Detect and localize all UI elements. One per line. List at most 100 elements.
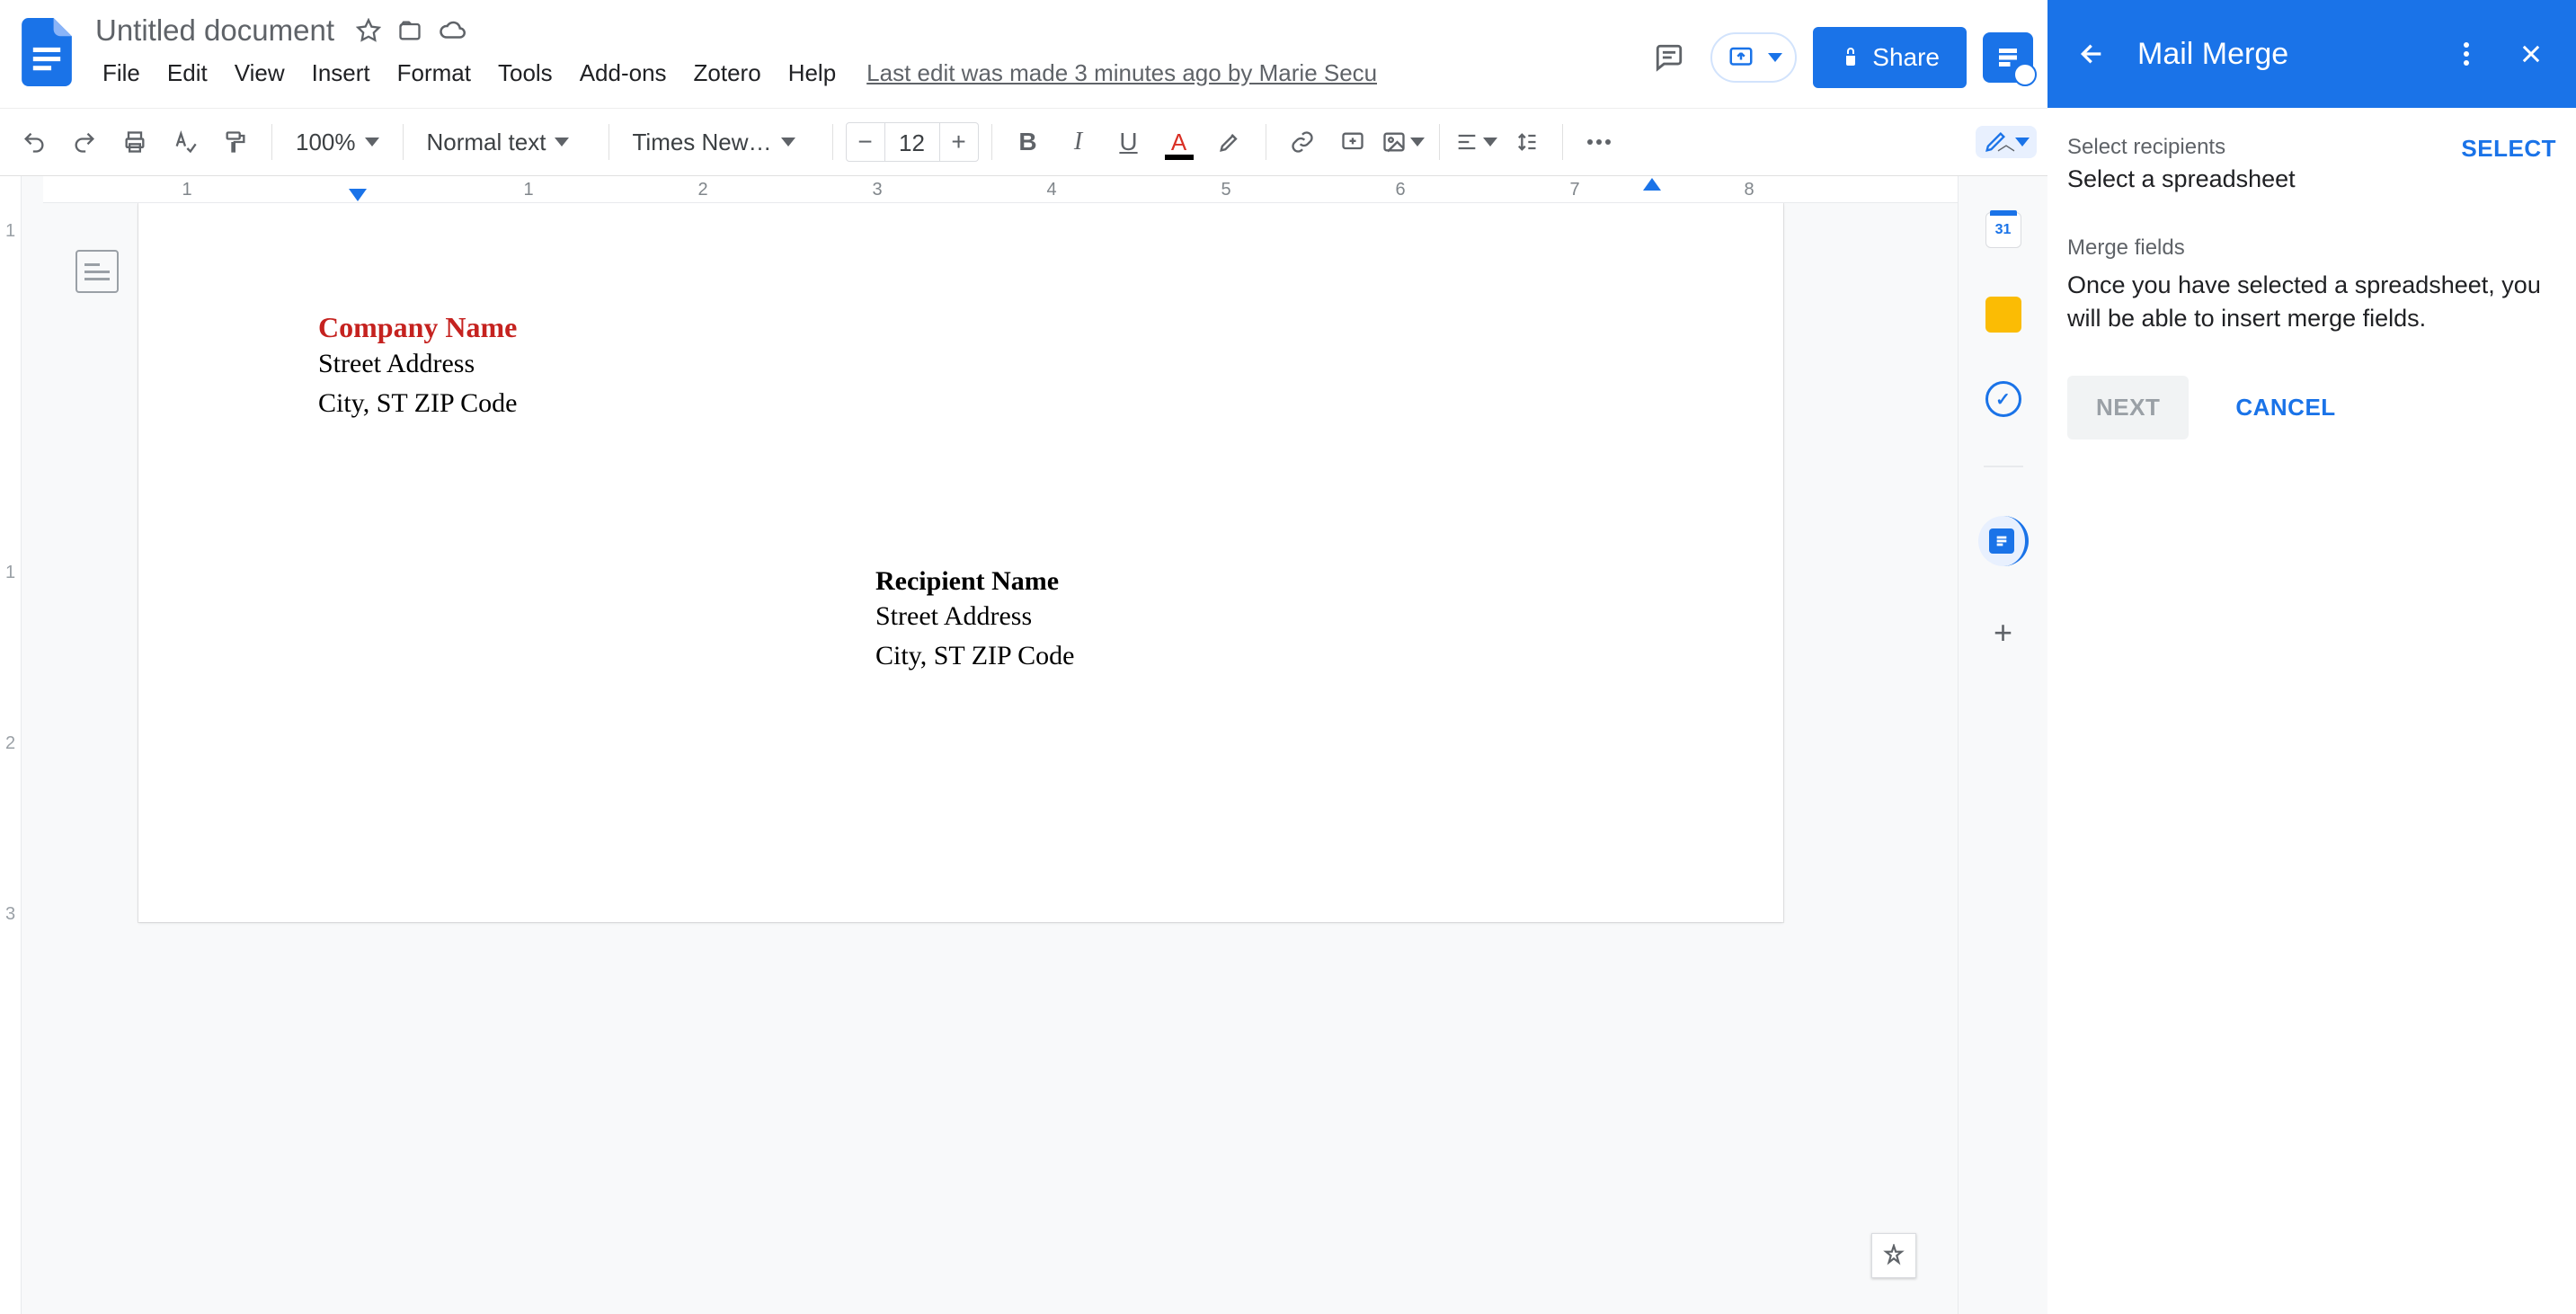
document-page[interactable]: Company Name Street Address City, ST ZIP…: [138, 203, 1783, 922]
highlight-icon[interactable]: [1206, 119, 1253, 165]
calendar-icon[interactable]: [1985, 212, 2021, 248]
menu-insert[interactable]: Insert: [299, 54, 383, 93]
present-button-group[interactable]: [1710, 32, 1797, 83]
toolbar: 100% Normal text Times New… − 12 + B I U…: [0, 108, 2047, 176]
star-icon[interactable]: [356, 18, 381, 43]
menu-edit[interactable]: Edit: [155, 54, 220, 93]
side-panel: +: [1958, 176, 2047, 1314]
recipient-name[interactable]: Recipient Name: [875, 566, 1603, 597]
merge-fields-label: Merge fields: [2067, 233, 2556, 263]
merge-fields-text: Once you have selected a spreadsheet, yo…: [2067, 269, 2556, 337]
recipient-city[interactable]: City, ST ZIP Code: [875, 636, 1603, 676]
zoom-select[interactable]: 100%: [285, 129, 390, 156]
select-spreadsheet-button[interactable]: SELECT: [2461, 135, 2556, 163]
sender-city[interactable]: City, ST ZIP Code: [318, 384, 1603, 423]
redo-icon[interactable]: [61, 119, 108, 165]
italic-icon[interactable]: I: [1055, 119, 1102, 165]
insert-image-icon[interactable]: [1380, 119, 1426, 165]
menu-format[interactable]: Format: [385, 54, 484, 93]
right-indent-marker-icon[interactable]: [1643, 178, 1661, 191]
mail-merge-addon-icon[interactable]: [1978, 516, 2029, 566]
close-icon[interactable]: [2511, 34, 2551, 74]
ruler-tick: 4: [1046, 180, 1056, 200]
paragraph-style-select[interactable]: Normal text: [416, 129, 596, 156]
insert-link-icon[interactable]: [1279, 119, 1326, 165]
menu-help[interactable]: Help: [776, 54, 848, 93]
present-icon[interactable]: [1719, 36, 1763, 79]
menu-file[interactable]: File: [90, 54, 153, 93]
recipients-value: Select a spreadsheet: [2067, 165, 2296, 193]
zoom-value: 100%: [296, 129, 356, 156]
paint-format-icon[interactable]: [212, 119, 259, 165]
ruler-tick: 8: [1744, 180, 1754, 200]
ruler-tick: 6: [1395, 180, 1405, 200]
line-spacing-icon[interactable]: [1503, 119, 1550, 165]
font-size-decrease[interactable]: −: [846, 122, 885, 162]
ruler-tick: 5: [1221, 180, 1230, 200]
present-caret-icon[interactable]: [1763, 50, 1788, 65]
menu-view[interactable]: View: [222, 54, 298, 93]
caret-down-icon: [365, 138, 379, 146]
more-options-icon[interactable]: [2447, 34, 2486, 74]
horizontal-ruler[interactable]: 1 1 2 3 4 5 6 7 8: [43, 176, 1958, 203]
font-value: Times New…: [633, 129, 772, 156]
text-color-icon[interactable]: A: [1156, 119, 1203, 165]
caret-down-icon: [555, 138, 569, 146]
mail-merge-title: Mail Merge: [2137, 37, 2421, 72]
share-label: Share: [1872, 43, 1940, 72]
document-outline-icon[interactable]: [76, 250, 119, 293]
ruler-tick: 1: [523, 180, 533, 200]
style-value: Normal text: [427, 129, 546, 156]
align-icon[interactable]: [1452, 119, 1499, 165]
menu-zotero[interactable]: Zotero: [681, 54, 774, 93]
get-addons-icon[interactable]: +: [1985, 615, 2021, 651]
tasks-icon[interactable]: [1985, 381, 2021, 417]
ruler-tick: 1: [182, 180, 191, 200]
mail-merge-panel: Mail Merge Select recipients Select a sp…: [2047, 0, 2576, 1314]
indent-marker-icon[interactable]: [349, 189, 367, 201]
ruler-tick: 3: [872, 180, 882, 200]
document-title[interactable]: Untitled document: [90, 12, 340, 49]
comments-icon[interactable]: [1644, 32, 1694, 83]
ruler-tick: 2: [697, 180, 707, 200]
undo-icon[interactable]: [11, 119, 58, 165]
explore-button-icon[interactable]: [1871, 1233, 1916, 1278]
insert-comment-icon[interactable]: [1329, 119, 1376, 165]
back-icon[interactable]: [2073, 34, 2112, 74]
menu-tools[interactable]: Tools: [485, 54, 565, 93]
menu-bar: File Edit View Insert Format Tools Add-o…: [90, 52, 1644, 93]
print-icon[interactable]: [111, 119, 158, 165]
underline-icon[interactable]: U: [1106, 119, 1152, 165]
recipients-label: Select recipients: [2067, 135, 2296, 160]
font-size-group: − 12 +: [846, 122, 979, 162]
sender-street[interactable]: Street Address: [318, 344, 1603, 384]
page-area[interactable]: Company Name Street Address City, ST ZIP…: [22, 203, 1958, 1314]
mail-merge-header: Mail Merge: [2047, 0, 2576, 108]
keep-icon[interactable]: [1985, 297, 2021, 333]
cancel-button[interactable]: CANCEL: [2225, 376, 2346, 439]
docs-home-icon[interactable]: [14, 9, 79, 95]
cloud-status-icon[interactable]: [439, 17, 466, 44]
vertical-ruler[interactable]: 1 1 2 3: [0, 176, 22, 1314]
move-icon[interactable]: [397, 18, 422, 43]
more-tools-icon[interactable]: [1576, 119, 1622, 165]
titlebar: Untitled document File Edit View Insert …: [0, 0, 2047, 108]
account-badge-icon[interactable]: [1983, 32, 2033, 83]
separator: [1984, 466, 2023, 467]
font-family-select[interactable]: Times New…: [622, 129, 820, 156]
collapse-toolbar-icon[interactable]: ︿: [1983, 119, 2030, 165]
caret-down-icon: [1483, 138, 1497, 146]
last-edit-link[interactable]: Last edit was made 3 minutes ago by Mari…: [866, 59, 1377, 87]
sender-company-name[interactable]: Company Name: [318, 311, 1603, 344]
menu-addons[interactable]: Add-ons: [567, 54, 680, 93]
recipient-street[interactable]: Street Address: [875, 597, 1603, 636]
bold-icon[interactable]: B: [1005, 119, 1052, 165]
font-size-input[interactable]: 12: [885, 122, 939, 162]
caret-down-icon: [1410, 138, 1425, 146]
share-button[interactable]: Share: [1813, 27, 1967, 88]
editor-canvas: 1 1 2 3 1 1 2 3 4 5 6 7 8: [0, 176, 2047, 1314]
spellcheck-icon[interactable]: [162, 119, 209, 165]
ruler-tick: 7: [1569, 180, 1579, 200]
next-button: NEXT: [2067, 376, 2189, 439]
font-size-increase[interactable]: +: [939, 122, 979, 162]
